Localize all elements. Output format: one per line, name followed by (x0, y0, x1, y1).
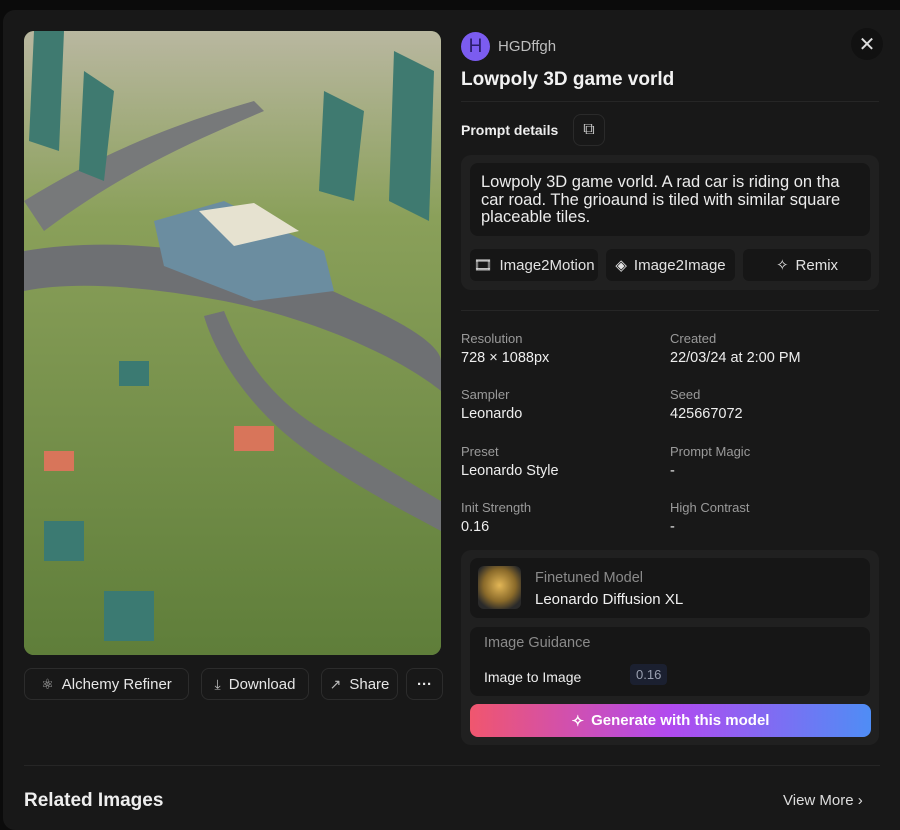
magic-wand-icon: ✧ (775, 257, 789, 274)
image-title: Lowpoly 3D game vorld (461, 69, 675, 90)
share-button[interactable]: ↗ Share (321, 668, 398, 700)
copy-icon: ⧉ (583, 121, 595, 138)
film-icon: 🎞 (473, 257, 493, 274)
guidance-value-badge: 0.16 (630, 664, 668, 685)
meta-init-strength: Init Strength 0.16 (461, 500, 532, 535)
image2motion-button[interactable]: 🎞 Image2Motion (470, 249, 598, 281)
related-images-heading: Related Images (24, 790, 164, 811)
guidance-label: Image Guidance (484, 635, 591, 651)
image2image-button[interactable]: ◈ Image2Image (606, 249, 735, 281)
generated-image[interactable] (24, 31, 441, 655)
model-label: Finetuned Model (535, 570, 644, 586)
atom-icon: ⚛ (41, 675, 54, 692)
divider (461, 310, 879, 311)
meta-resolution: Resolution 728 × 1088px (461, 331, 550, 366)
ellipsis-icon: ··· (417, 675, 432, 693)
meta-sampler: Sampler Leonardo (461, 387, 523, 422)
meta-created: Created 22/03/24 at 2:00 PM (670, 331, 801, 366)
layers-icon: ◈ (615, 257, 627, 274)
external-link-icon: ↗ (329, 675, 342, 692)
close-icon: ✕ (858, 33, 876, 56)
avatar[interactable]: H (461, 32, 490, 61)
remix-button[interactable]: ✧ Remix (743, 249, 871, 281)
copy-prompt-button[interactable]: ⧉ (573, 114, 605, 146)
chevron-right-icon: › (857, 792, 863, 809)
download-button[interactable]: ⤓ Download (201, 668, 309, 700)
divider (461, 101, 879, 102)
view-more-link[interactable]: View More › (783, 792, 863, 809)
divider (24, 765, 880, 766)
close-button[interactable]: ✕ (851, 28, 883, 60)
prompt-card: Lowpoly 3D game vorld. A rad car is ridi… (461, 155, 879, 290)
guidance-item: Image to Image (484, 669, 582, 685)
prompt-text: Lowpoly 3D game vorld. A rad car is ridi… (470, 163, 870, 236)
model-card: Finetuned Model Leonardo Diffusion XL Im… (461, 550, 879, 745)
model-name: Leonardo Diffusion XL (535, 591, 684, 608)
alchemy-refiner-button[interactable]: ⚛ Alchemy Refiner (24, 668, 189, 700)
finetuned-model[interactable]: Finetuned Model Leonardo Diffusion XL (470, 558, 870, 618)
download-icon: ⤓ (214, 675, 221, 692)
meta-high-contrast: High Contrast - (670, 500, 750, 535)
meta-seed: Seed 425667072 (670, 387, 743, 422)
image-guidance: Image Guidance Image to Image 0.16 (470, 627, 870, 696)
model-thumbnail (478, 566, 521, 609)
lowpoly-scene-image (24, 31, 441, 655)
author-name[interactable]: HGDffgh (498, 38, 556, 55)
meta-preset: Preset Leonardo Style (461, 444, 559, 479)
more-options-button[interactable]: ··· (406, 668, 443, 700)
magic-wand-icon: ✧ (571, 712, 585, 730)
generate-with-model-button[interactable]: ✧ Generate with this model (470, 704, 871, 737)
meta-prompt-magic: Prompt Magic - (670, 444, 751, 479)
prompt-details-label: Prompt details (461, 122, 559, 138)
